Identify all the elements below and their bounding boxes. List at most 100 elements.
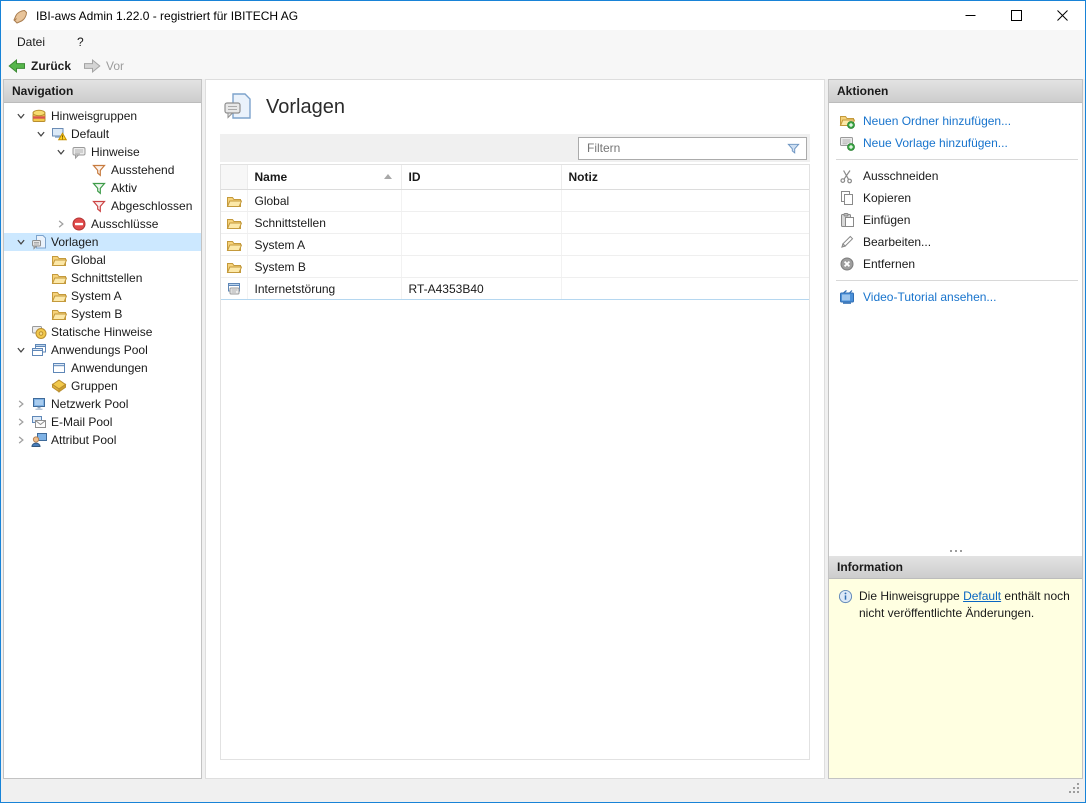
- chevron-down-icon[interactable]: [32, 126, 50, 142]
- tree-item-schnittstellen[interactable]: Schnittstellen: [4, 269, 201, 287]
- chevron-down-icon[interactable]: [12, 234, 30, 250]
- action-copy[interactable]: Kopieren: [829, 187, 1082, 209]
- title-bar: IBI-aws Admin 1.22.0 - registriert für I…: [1, 1, 1085, 30]
- action-remove[interactable]: Entfernen: [829, 253, 1082, 275]
- actions-list: Neuen Ordner hinzufügen... Neue Vorlage …: [829, 103, 1082, 545]
- table-row[interactable]: System B: [221, 256, 809, 278]
- chevron-down-icon[interactable]: [12, 342, 30, 358]
- copy-icon: [838, 190, 855, 206]
- cell-id: RT-A4353B40: [401, 278, 561, 300]
- tree-item-ausschluesse[interactable]: Ausschlüsse: [4, 215, 201, 233]
- cell-notiz: [561, 190, 809, 212]
- close-button[interactable]: [1039, 1, 1085, 30]
- cell-name: Internetstörung: [247, 278, 401, 300]
- chevron-down-icon[interactable]: [12, 108, 30, 124]
- resize-grip-icon[interactable]: [1067, 781, 1081, 798]
- column-header-name[interactable]: Name: [247, 165, 401, 190]
- forward-label: Vor: [106, 59, 124, 73]
- email-pool-icon: [30, 414, 48, 430]
- tree-item-system-a[interactable]: System A: [4, 287, 201, 305]
- tree-item-abgeschlossen[interactable]: Abgeschlossen: [4, 197, 201, 215]
- page-title-block: Vorlagen: [223, 92, 345, 122]
- action-paste[interactable]: Einfügen: [829, 209, 1082, 231]
- chevron-right-icon[interactable]: [12, 396, 30, 412]
- tree-item-attribut-pool[interactable]: Attribut Pool: [4, 431, 201, 449]
- tree-item-netzwerk-pool[interactable]: Netzwerk Pool: [4, 395, 201, 413]
- forward-button[interactable]: Vor: [83, 58, 124, 74]
- exclusion-icon: [70, 216, 88, 232]
- remove-icon: [838, 256, 855, 272]
- filter-strip: [220, 134, 810, 162]
- folder-icon: [50, 306, 68, 322]
- funnel-completed-icon: [90, 198, 108, 214]
- folder-icon: [50, 252, 68, 268]
- action-edit[interactable]: Bearbeiten...: [829, 231, 1082, 253]
- back-arrow-icon: [8, 58, 26, 74]
- actions-separator: [836, 159, 1078, 160]
- navigation-panel: Navigation Hinweisgruppen Default Hinwei…: [3, 79, 202, 779]
- menu-datei[interactable]: Datei: [15, 33, 47, 51]
- minimize-icon: [965, 10, 976, 21]
- folder-icon: [226, 215, 242, 229]
- tree-item-default[interactable]: Default: [4, 125, 201, 143]
- table-row[interactable]: System A: [221, 234, 809, 256]
- anwendungen-icon: [50, 360, 68, 376]
- action-video-tutorial[interactable]: Video-Tutorial ansehen...: [829, 286, 1082, 308]
- column-header-id[interactable]: ID: [401, 165, 561, 190]
- table-row[interactable]: Global: [221, 190, 809, 212]
- cell-name: System A: [247, 234, 401, 256]
- chevron-down-icon[interactable]: [52, 144, 70, 160]
- information-header: Information: [829, 556, 1082, 579]
- tree-item-vorlagen[interactable]: Vorlagen: [4, 233, 201, 251]
- cell-id: [401, 212, 561, 234]
- nav-toolbar: Zurück Vor: [1, 53, 1085, 79]
- window-title: IBI-aws Admin 1.22.0 - registriert für I…: [36, 9, 298, 23]
- back-button[interactable]: Zurück: [8, 58, 71, 74]
- cell-notiz: [561, 256, 809, 278]
- column-header-notiz[interactable]: Notiz: [561, 165, 809, 190]
- tree-item-aktiv[interactable]: Aktiv: [4, 179, 201, 197]
- menu-bar: Datei ?: [1, 30, 1085, 53]
- table-row[interactable]: Schnittstellen: [221, 212, 809, 234]
- maximize-button[interactable]: [993, 1, 1039, 30]
- scissors-icon: [838, 168, 855, 184]
- action-add-template[interactable]: Neue Vorlage hinzufügen...: [829, 132, 1082, 154]
- chevron-right-icon[interactable]: [12, 414, 30, 430]
- folder-icon: [226, 237, 242, 251]
- chevron-right-icon[interactable]: [12, 432, 30, 448]
- video-tutorial-icon: [838, 289, 855, 305]
- action-add-folder[interactable]: Neuen Ordner hinzufügen...: [829, 110, 1082, 132]
- table-row[interactable]: Internetstörung RT-A4353B40: [221, 278, 809, 300]
- app-window: IBI-aws Admin 1.22.0 - registriert für I…: [0, 0, 1086, 803]
- default-group-link[interactable]: Default: [963, 589, 1001, 603]
- panel-splitter-handle[interactable]: [829, 545, 1082, 556]
- action-cut[interactable]: Ausschneiden: [829, 165, 1082, 187]
- main-panel: Vorlagen Name ID: [205, 79, 825, 779]
- minimize-button[interactable]: [947, 1, 993, 30]
- cell-name: Schnittstellen: [247, 212, 401, 234]
- chevron-right-icon[interactable]: [52, 216, 70, 232]
- template-icon: [226, 281, 242, 295]
- cell-notiz: [561, 212, 809, 234]
- close-icon: [1057, 10, 1068, 21]
- tree-item-statische-hinweise[interactable]: Statische Hinweise: [4, 323, 201, 341]
- funnel-active-icon: [90, 180, 108, 196]
- tree-item-hinweisgruppen[interactable]: Hinweisgruppen: [4, 107, 201, 125]
- tree-item-anwendungs-pool[interactable]: Anwendungs Pool: [4, 341, 201, 359]
- tree-item-ausstehend[interactable]: Ausstehend: [4, 161, 201, 179]
- default-group-icon: [50, 126, 68, 142]
- tree-item-email-pool[interactable]: E-Mail Pool: [4, 413, 201, 431]
- menu-help[interactable]: ?: [75, 33, 86, 51]
- cell-id: [401, 234, 561, 256]
- actions-header: Aktionen: [829, 80, 1082, 103]
- tree-item-hinweise[interactable]: Hinweise: [4, 143, 201, 161]
- column-header-icon[interactable]: [221, 165, 247, 190]
- tree-item-global[interactable]: Global: [4, 251, 201, 269]
- filter-funnel-icon[interactable]: [780, 141, 806, 156]
- tree-item-gruppen[interactable]: Gruppen: [4, 377, 201, 395]
- cell-notiz: [561, 278, 809, 300]
- status-bar: [2, 780, 1084, 801]
- tree-item-system-b[interactable]: System B: [4, 305, 201, 323]
- tree-item-anwendungen[interactable]: Anwendungen: [4, 359, 201, 377]
- filter-input[interactable]: [579, 140, 780, 156]
